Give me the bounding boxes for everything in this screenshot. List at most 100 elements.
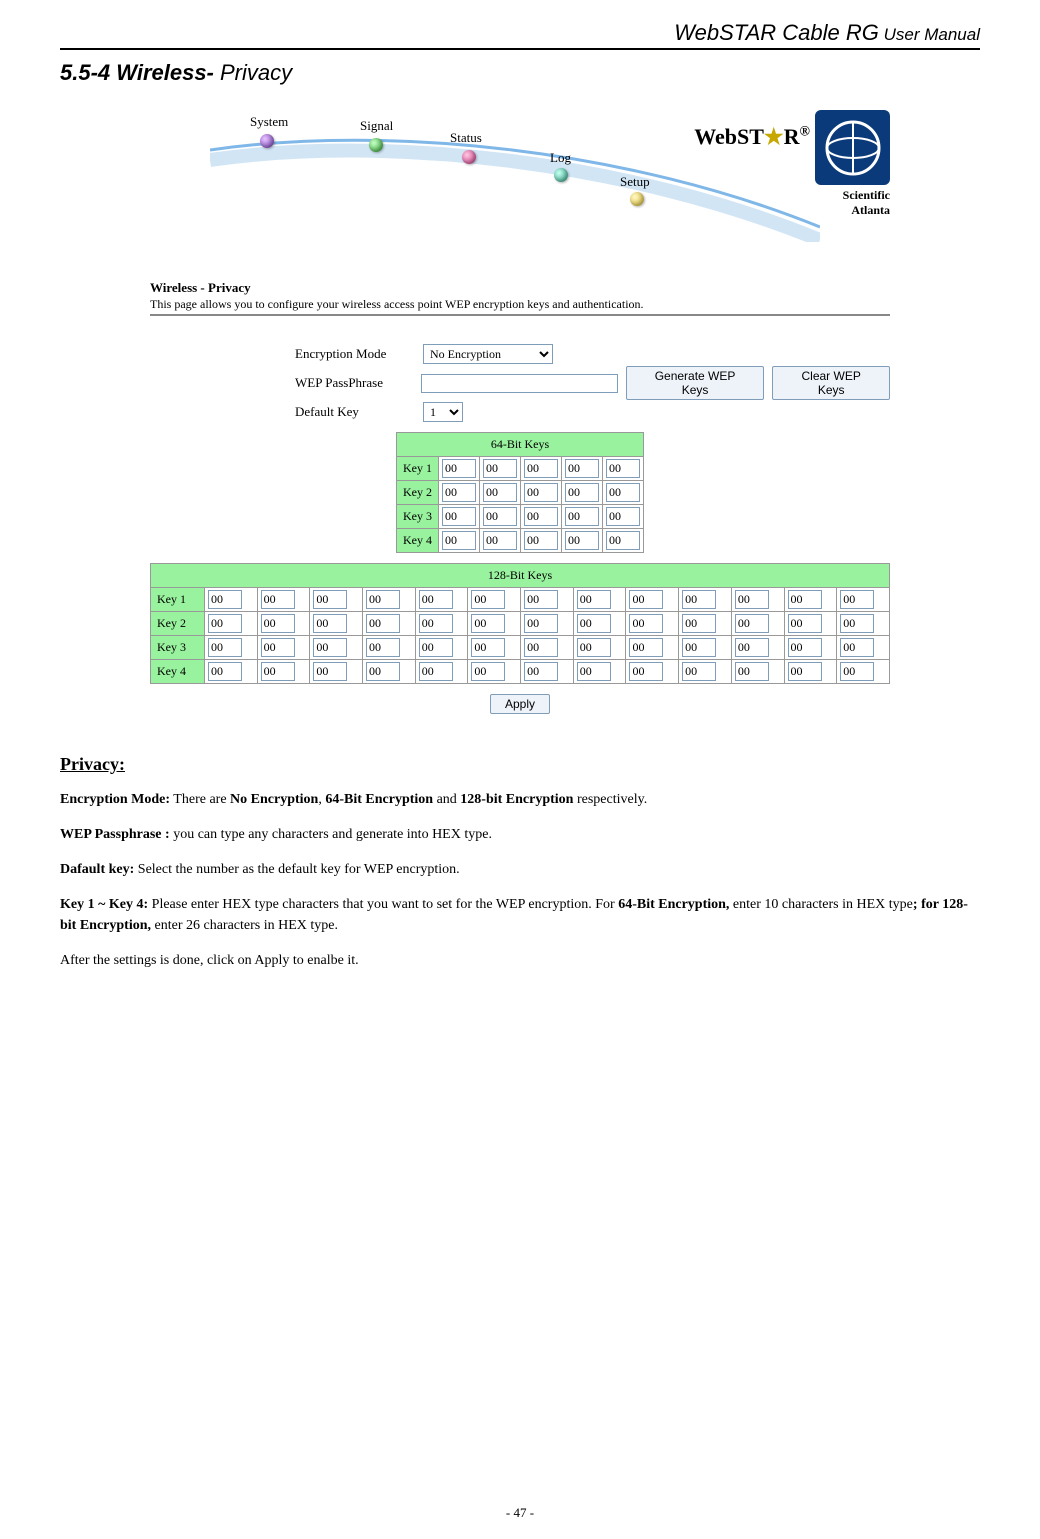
- wep-key-input[interactable]: [419, 638, 453, 657]
- passphrase-input[interactable]: [421, 374, 618, 393]
- wep-key-input[interactable]: [471, 614, 505, 633]
- table-row: Key 2: [397, 481, 644, 505]
- wep-key-input[interactable]: [483, 507, 517, 526]
- wep-key-input[interactable]: [313, 662, 347, 681]
- wep-key-input[interactable]: [524, 531, 558, 550]
- wep-key-input[interactable]: [682, 614, 716, 633]
- page-number: - 47 -: [0, 1505, 1040, 1521]
- page-heading: Wireless - Privacy: [150, 280, 890, 296]
- wep-key-input[interactable]: [735, 662, 769, 681]
- row-label: Key 2: [397, 481, 439, 505]
- wep-key-input[interactable]: [261, 662, 295, 681]
- wep-key-input[interactable]: [788, 638, 822, 657]
- wep-key-input[interactable]: [524, 483, 558, 502]
- encryption-mode-select[interactable]: No Encryption: [423, 344, 553, 364]
- wep-key-input[interactable]: [565, 507, 599, 526]
- wep-key-input[interactable]: [840, 614, 874, 633]
- wep-key-input[interactable]: [208, 590, 242, 609]
- wep-key-input[interactable]: [483, 459, 517, 478]
- wep-key-input[interactable]: [682, 638, 716, 657]
- clear-wep-button[interactable]: Clear WEP Keys: [772, 366, 890, 400]
- wep-key-input[interactable]: [606, 459, 640, 478]
- nav-signal[interactable]: Signal: [360, 118, 393, 134]
- wep-key-input[interactable]: [442, 459, 476, 478]
- wep-key-input[interactable]: [261, 590, 295, 609]
- wep-key-input[interactable]: [471, 662, 505, 681]
- wep-key-input[interactable]: [735, 614, 769, 633]
- wep-key-input[interactable]: [735, 590, 769, 609]
- wep-key-input[interactable]: [261, 614, 295, 633]
- nav-setup[interactable]: Setup: [620, 174, 650, 190]
- wep-key-input[interactable]: [606, 507, 640, 526]
- wep-key-input[interactable]: [313, 590, 347, 609]
- nav-log[interactable]: Log: [550, 150, 571, 166]
- wep-key-input[interactable]: [788, 662, 822, 681]
- wep-key-input[interactable]: [629, 662, 663, 681]
- scientific-atlanta-logo-icon: [815, 110, 890, 185]
- wep-key-input[interactable]: [577, 590, 611, 609]
- wep-key-input[interactable]: [524, 507, 558, 526]
- wep-key-input[interactable]: [840, 638, 874, 657]
- wep-key-input[interactable]: [524, 662, 558, 681]
- wep-key-input[interactable]: [840, 590, 874, 609]
- wep-key-input[interactable]: [442, 531, 476, 550]
- wep-key-input[interactable]: [629, 614, 663, 633]
- wep-key-input[interactable]: [366, 638, 400, 657]
- wep-key-input[interactable]: [442, 483, 476, 502]
- wep-key-input[interactable]: [606, 483, 640, 502]
- wep-key-input[interactable]: [208, 614, 242, 633]
- wep-key-input[interactable]: [419, 590, 453, 609]
- wep-key-input[interactable]: [524, 614, 558, 633]
- wep-key-input[interactable]: [577, 638, 611, 657]
- table-128bit: 128-Bit Keys Key 1Key 2Key 3Key 4: [150, 563, 890, 684]
- wep-key-input[interactable]: [366, 590, 400, 609]
- row-label: Key 1: [151, 588, 205, 612]
- wep-key-input[interactable]: [682, 590, 716, 609]
- table-row: Key 1: [397, 457, 644, 481]
- section-number: 5.5-4 Wireless-: [60, 60, 214, 85]
- wep-key-input[interactable]: [419, 662, 453, 681]
- wep-key-input[interactable]: [524, 638, 558, 657]
- wep-key-input[interactable]: [208, 662, 242, 681]
- wep-key-input[interactable]: [313, 614, 347, 633]
- wep-key-input[interactable]: [313, 638, 347, 657]
- wep-key-input[interactable]: [577, 662, 611, 681]
- table-row: Key 3: [397, 505, 644, 529]
- wep-key-input[interactable]: [442, 507, 476, 526]
- wep-key-input[interactable]: [565, 483, 599, 502]
- wep-key-input[interactable]: [261, 638, 295, 657]
- dot-system-icon: [260, 134, 274, 148]
- wep-key-input[interactable]: [788, 590, 822, 609]
- apply-button[interactable]: Apply: [490, 694, 550, 714]
- wep-key-input[interactable]: [577, 614, 611, 633]
- row-label: Key 3: [151, 636, 205, 660]
- wep-key-input[interactable]: [524, 459, 558, 478]
- wep-key-input[interactable]: [471, 638, 505, 657]
- wep-key-input[interactable]: [471, 590, 505, 609]
- label-passphrase: WEP PassPhrase: [295, 375, 413, 391]
- wep-key-input[interactable]: [565, 531, 599, 550]
- wep-key-input[interactable]: [565, 459, 599, 478]
- row-label: Key 4: [151, 660, 205, 684]
- wep-key-input[interactable]: [840, 662, 874, 681]
- nav-status[interactable]: Status: [450, 130, 482, 146]
- wep-key-input[interactable]: [629, 638, 663, 657]
- wep-key-input[interactable]: [366, 662, 400, 681]
- wep-key-input[interactable]: [682, 662, 716, 681]
- label-default-key: Default Key: [295, 404, 415, 420]
- wep-key-input[interactable]: [788, 614, 822, 633]
- wep-key-input[interactable]: [366, 614, 400, 633]
- wep-key-input[interactable]: [629, 590, 663, 609]
- default-key-select[interactable]: 1: [423, 402, 463, 422]
- wep-key-input[interactable]: [524, 590, 558, 609]
- wep-key-input[interactable]: [606, 531, 640, 550]
- generate-wep-button[interactable]: Generate WEP Keys: [626, 366, 765, 400]
- table128-title: 128-Bit Keys: [151, 564, 890, 588]
- nav-system[interactable]: System: [250, 114, 288, 130]
- wep-key-input[interactable]: [483, 483, 517, 502]
- wep-key-input[interactable]: [419, 614, 453, 633]
- wep-key-input[interactable]: [483, 531, 517, 550]
- doc-header: WebSTAR Cable RG User Manual: [60, 20, 980, 50]
- wep-key-input[interactable]: [735, 638, 769, 657]
- wep-key-input[interactable]: [208, 638, 242, 657]
